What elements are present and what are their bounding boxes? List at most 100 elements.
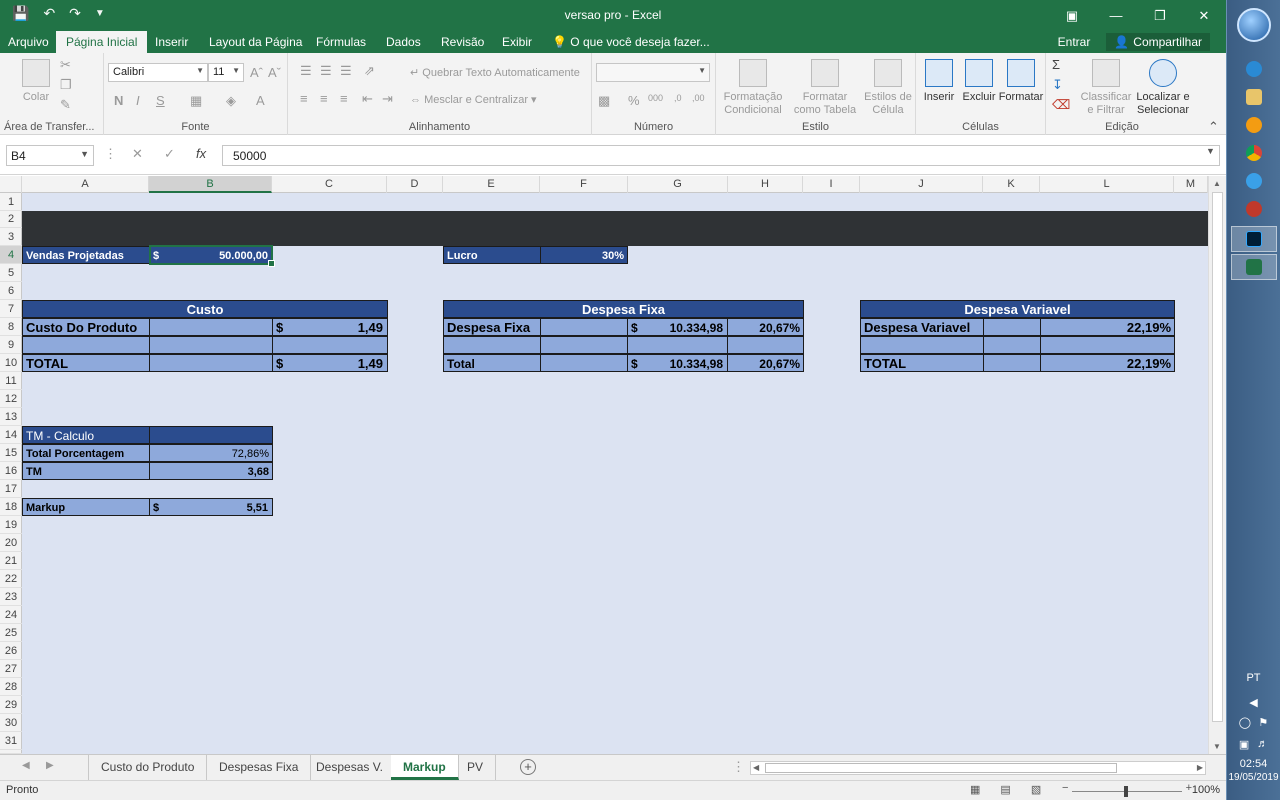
font-color-icon[interactable]: A [256, 93, 265, 108]
row-header[interactable]: 31 [0, 732, 22, 750]
row-header[interactable]: 2 [0, 211, 22, 228]
tot-pct-label-cell[interactable]: Total Porcentagem [22, 444, 150, 462]
empty-cell[interactable] [540, 336, 628, 354]
row-header[interactable]: 26 [0, 642, 22, 660]
lucro-value-cell[interactable]: 30% [540, 246, 628, 264]
format-as-table-button[interactable]: Formatar como Tabela [788, 59, 862, 117]
vendas-label-cell[interactable]: Vendas Projetadas [22, 246, 150, 264]
row-header[interactable]: 28 [0, 678, 22, 696]
col-header-k[interactable]: K [983, 176, 1040, 193]
empty-cell[interactable] [272, 336, 388, 354]
row-header[interactable]: 14 [0, 426, 22, 444]
horizontal-scrollbar[interactable]: ◀ ▶ [750, 761, 1206, 775]
row-header[interactable]: 19 [0, 516, 22, 534]
cancel-icon[interactable]: ✕ [132, 146, 143, 162]
col-header-j[interactable]: J [860, 176, 983, 193]
orientation-icon[interactable]: ⇗ [364, 63, 375, 79]
paste-button[interactable]: Colar [18, 59, 54, 104]
conditional-formatting-button[interactable]: Formatação Condicional [720, 59, 786, 117]
row-header[interactable]: 10 [0, 354, 22, 372]
col-header-f[interactable]: F [540, 176, 628, 193]
row-header[interactable]: 9 [0, 336, 22, 354]
scroll-left-icon[interactable]: ◀ [753, 763, 759, 772]
row-header[interactable]: 7 [0, 300, 22, 318]
zoom-percent[interactable]: 100% [1192, 784, 1220, 796]
explorer-icon[interactable] [1231, 84, 1277, 110]
dv-pct-cell[interactable]: 22,19% [1040, 318, 1175, 336]
scroll-up-icon[interactable]: ▲ [1213, 179, 1221, 188]
row-header[interactable]: 17 [0, 480, 22, 498]
scrollbar-thumb[interactable] [765, 763, 1117, 773]
grow-font-icon[interactable]: Aˆ [250, 65, 263, 80]
row-header[interactable]: 5 [0, 264, 22, 282]
align-bottom-icon[interactable]: ☰ [340, 63, 352, 79]
language-indicator[interactable]: PT [1227, 672, 1280, 684]
page-layout-view-icon[interactable]: ▤ [1000, 783, 1010, 796]
font-size-box[interactable]: 11 ▼ [208, 63, 244, 82]
empty-cell[interactable] [727, 336, 804, 354]
increase-decimal-icon[interactable]: ,0 [674, 93, 682, 103]
df-total-label-cell[interactable]: Total [443, 354, 541, 372]
empty-cell[interactable] [443, 336, 541, 354]
scroll-down-icon[interactable]: ▼ [1213, 742, 1221, 751]
sheet-tab[interactable]: PV [455, 755, 497, 780]
wrap-text-button[interactable]: ↵ Quebrar Texto Automaticamente [410, 66, 580, 79]
empty-cell[interactable] [627, 336, 728, 354]
tab-exibir[interactable]: Exibir [502, 31, 532, 53]
row-header[interactable]: 11 [0, 372, 22, 390]
cell-styles-button[interactable]: Estilos de Célula [864, 59, 912, 117]
font-name-box[interactable]: Calibri ▼ [108, 63, 208, 82]
tot-pct-value-cell[interactable]: 72,86% [149, 444, 273, 462]
tm-value-cell[interactable]: 3,68 [149, 462, 273, 480]
dv-total-label-cell[interactable]: TOTAL [860, 354, 984, 372]
insert-function-icon[interactable]: fx [196, 146, 206, 161]
number-format-box[interactable]: ▼ [596, 63, 710, 82]
row-header[interactable]: 20 [0, 534, 22, 552]
sheet-tab[interactable]: Despesas V. [304, 755, 396, 780]
tab-inserir[interactable]: Inserir [155, 31, 188, 53]
empty-cell[interactable] [22, 336, 150, 354]
enter-icon[interactable]: ✓ [164, 146, 175, 162]
row-header[interactable]: 1 [0, 193, 22, 211]
dv-label-cell[interactable]: Despesa Variavel [860, 318, 984, 336]
row-header[interactable]: 13 [0, 408, 22, 426]
excel-icon[interactable] [1231, 254, 1277, 280]
empty-cell[interactable] [983, 336, 1041, 354]
scroll-right-icon[interactable]: ▶ [1197, 763, 1203, 772]
increase-indent-icon[interactable]: ⇥ [382, 91, 393, 107]
formula-input[interactable]: 50000 [222, 145, 1220, 166]
minimize-icon[interactable]: — [1094, 0, 1138, 31]
empty-cell[interactable] [540, 318, 628, 336]
shrink-font-icon[interactable]: Aˇ [268, 65, 281, 80]
ribbon-display-icon[interactable]: ▣ [1050, 0, 1094, 31]
custo-total-value-cell[interactable]: $ 1,49 [272, 354, 388, 372]
tab-arquivo[interactable]: Arquivo [8, 31, 49, 53]
tm-label-cell[interactable]: TM [22, 462, 150, 480]
row-header[interactable]: 25 [0, 624, 22, 642]
maximize-icon[interactable]: ❐ [1138, 0, 1182, 31]
decrease-indent-icon[interactable]: ⇤ [362, 91, 373, 107]
photoshop-icon[interactable] [1231, 226, 1277, 252]
markup-label-cell[interactable]: Markup [22, 498, 150, 516]
row-header[interactable]: 15 [0, 444, 22, 462]
empty-cell[interactable] [149, 426, 273, 444]
accounting-icon[interactable]: ▩ [598, 93, 610, 109]
clear-icon[interactable]: ⌫ [1052, 97, 1070, 113]
copy-icon[interactable]: ❐ [60, 77, 72, 93]
col-header-l[interactable]: L [1040, 176, 1174, 193]
merge-center-button[interactable]: ⇔ Mesclar e Centralizar ▾ [410, 93, 537, 106]
vertical-scrollbar[interactable]: ▲ ▼ [1208, 176, 1226, 754]
next-sheet-icon[interactable]: ▶ [46, 760, 54, 771]
tray-expand-icon[interactable]: ◀ [1227, 696, 1280, 709]
edge-icon[interactable] [1231, 168, 1277, 194]
decrease-decimal-icon[interactable]: ,00 [692, 93, 705, 103]
fill-color-icon[interactable]: ◈ [226, 93, 236, 109]
close-icon[interactable]: ✕ [1182, 0, 1226, 31]
zoom-slider[interactable]: − + [1062, 782, 1192, 798]
empty-cell[interactable] [149, 318, 273, 336]
empty-cell[interactable] [1040, 336, 1175, 354]
expand-formula-icon[interactable]: ▼ [1206, 146, 1215, 156]
page-break-view-icon[interactable]: ▧ [1031, 783, 1041, 796]
bold-button[interactable]: N [114, 93, 123, 108]
italic-button[interactable]: I [136, 93, 140, 108]
